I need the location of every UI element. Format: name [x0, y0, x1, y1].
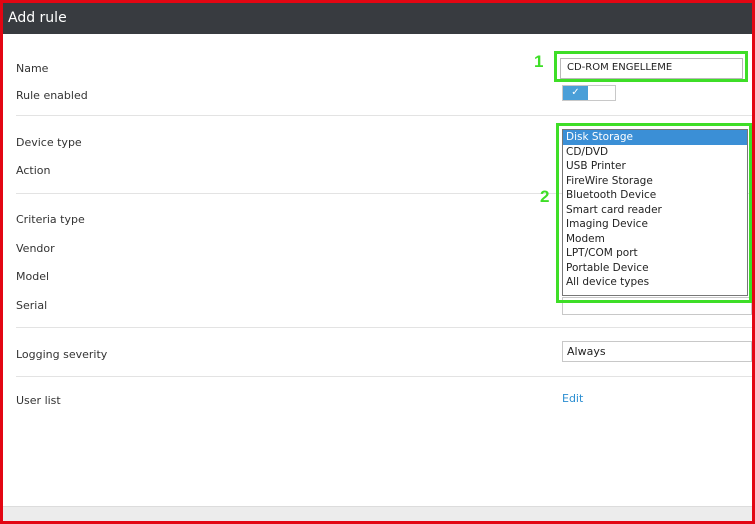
dialog-footer	[3, 506, 752, 521]
logging-severity-label: Logging severity	[16, 348, 108, 361]
device-type-option[interactable]: Disk Storage	[563, 130, 747, 145]
device-type-option[interactable]: Portable Device	[563, 261, 747, 276]
device-type-listbox[interactable]: Disk Storage CD/DVD USB Printer FireWire St…	[562, 129, 748, 296]
name-label: Name	[16, 62, 49, 75]
window-title: Add rule	[3, 3, 752, 34]
device-type-option[interactable]: CD/DVD	[563, 145, 747, 160]
device-type-label: Device type	[16, 136, 82, 149]
rule-enabled-label: Rule enabled	[16, 89, 88, 102]
section-divider	[16, 327, 752, 328]
section-divider	[16, 115, 752, 116]
device-type-option[interactable]: All device types	[563, 275, 747, 290]
logging-severity-select[interactable]: Always	[562, 341, 752, 362]
check-icon: ✓	[563, 86, 588, 100]
action-label: Action	[16, 164, 51, 177]
device-type-option[interactable]: LPT/COM port	[563, 246, 747, 261]
section-divider	[16, 376, 752, 377]
name-input[interactable]: CD-ROM ENGELLEME	[560, 58, 743, 79]
rule-enabled-toggle[interactable]: ✓	[562, 85, 616, 101]
serial-label: Serial	[16, 299, 48, 312]
annotation-number-1: 1	[534, 52, 544, 71]
model-label: Model	[16, 270, 50, 283]
app-window: Add rule Name Rule enabled Device type A…	[0, 0, 755, 524]
user-list-edit-link[interactable]: Edit	[562, 392, 583, 405]
device-type-option[interactable]: Imaging Device	[563, 217, 747, 232]
vendor-label: Vendor	[16, 242, 55, 255]
device-type-option[interactable]: Bluetooth Device	[563, 188, 747, 203]
device-type-option[interactable]: USB Printer	[563, 159, 747, 174]
criteria-type-label: Criteria type	[16, 213, 85, 226]
user-list-label: User list	[16, 394, 61, 407]
device-type-option[interactable]: Smart card reader	[563, 203, 747, 218]
device-type-option[interactable]: Modem	[563, 232, 747, 247]
device-type-option[interactable]: FireWire Storage	[563, 174, 747, 189]
annotation-number-2: 2	[540, 187, 550, 206]
